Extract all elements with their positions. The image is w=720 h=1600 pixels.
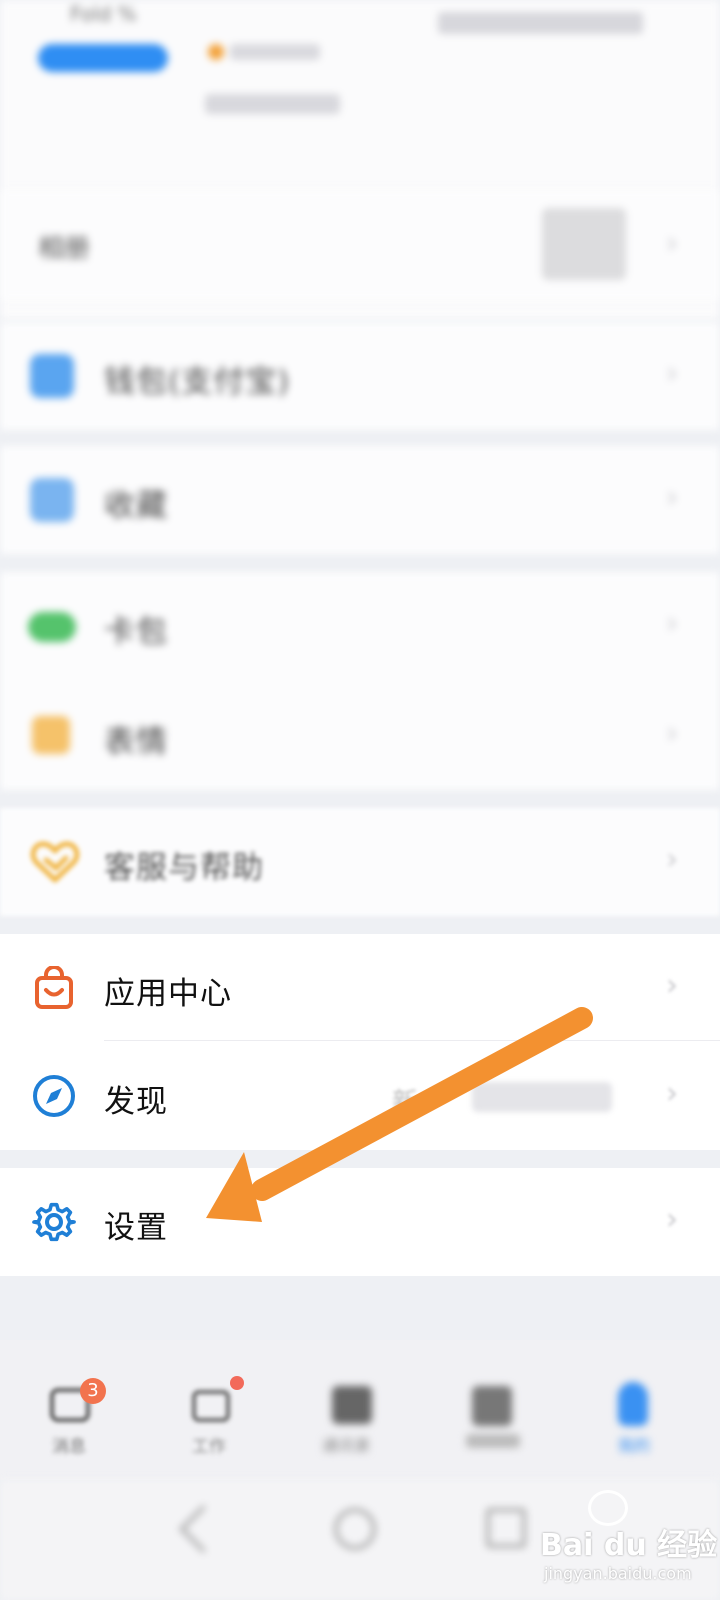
- watermark-url: jingyan.baidu.com: [544, 1564, 692, 1583]
- tab-address-book[interactable]: 通讯录: [312, 1370, 396, 1460]
- tab-messages[interactable]: 3 消息: [28, 1370, 112, 1460]
- tab-work[interactable]: 工作: [168, 1370, 252, 1460]
- tab4-label: [466, 1434, 520, 1448]
- watermark-brand: Bai du 经验: [540, 1528, 718, 1563]
- messages-badge: 3: [80, 1378, 106, 1404]
- home-icon[interactable]: [334, 1508, 376, 1550]
- address-book-icon: [332, 1386, 372, 1424]
- work-label: 工作: [192, 1437, 226, 1457]
- messages-label: 消息: [52, 1437, 86, 1457]
- recents-icon[interactable]: [486, 1508, 526, 1548]
- address-book-label: 通讯录: [322, 1436, 371, 1455]
- work-dot: [230, 1376, 244, 1390]
- tab-bar: 3 消息 工作 通讯录 我的: [0, 1340, 720, 1480]
- watermark: Bai du 经验 jingyan.baidu.com: [540, 1490, 717, 1590]
- briefcase-icon: [192, 1390, 230, 1422]
- tab-me[interactable]: 我的: [592, 1370, 676, 1460]
- person-icon: [618, 1382, 648, 1426]
- tab4-icon: [472, 1386, 512, 1426]
- back-icon[interactable]: [178, 1504, 228, 1554]
- me-label: 我的: [618, 1436, 651, 1455]
- tab-4[interactable]: [452, 1370, 536, 1460]
